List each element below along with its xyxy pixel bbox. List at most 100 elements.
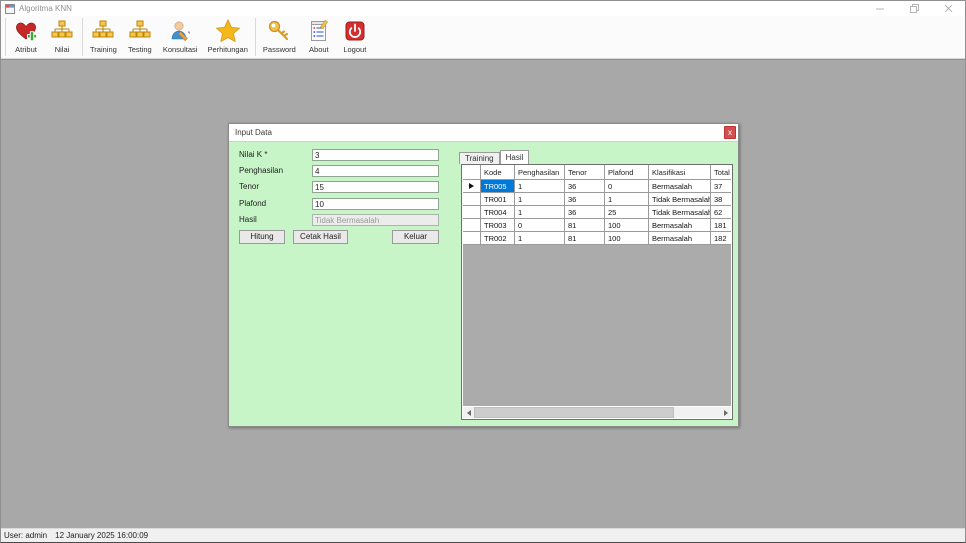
maximize-icon [910, 4, 919, 13]
toolbar-item-password[interactable]: Password [258, 16, 301, 58]
cell-klasifikasi[interactable]: Bermasalah [649, 232, 711, 245]
cell-total[interactable]: 182 [711, 232, 731, 245]
nilai-k-input[interactable] [312, 149, 439, 161]
toolbar-item-perhitungan[interactable]: Perhitungan [202, 16, 252, 58]
toolbar-separator [255, 18, 256, 56]
row-header-current[interactable] [463, 180, 481, 193]
mdi-client-area: Input Data x Nilai K * Penghasilan Tenor… [1, 59, 965, 528]
toolbar-item-konsultasi[interactable]: Konsultasi [158, 16, 203, 58]
cell-penghasilan[interactable]: 0 [515, 219, 565, 232]
toolbar-label: Logout [343, 45, 366, 54]
cell-total[interactable]: 62 [711, 206, 731, 219]
close-icon [944, 4, 953, 13]
toolbar-item-training[interactable]: Training [85, 16, 122, 58]
toolbar-item-atribut[interactable]: Atribut [8, 16, 44, 58]
tab-training[interactable]: Training [459, 152, 500, 164]
column-header-total[interactable]: Total [711, 165, 731, 180]
scrollbar-thumb[interactable] [474, 407, 674, 418]
hitung-button[interactable]: Hitung [239, 230, 285, 244]
cell-klasifikasi[interactable]: Tidak Bermasalah [649, 206, 711, 219]
keluar-button[interactable]: Keluar [392, 230, 439, 244]
row-header[interactable] [463, 193, 481, 206]
cell-plafond[interactable]: 25 [605, 206, 649, 219]
dialog-close-button[interactable]: x [724, 126, 736, 139]
hasil-label: Hasil [239, 214, 257, 226]
table-row: TR001 1 36 1 Tidak Bermasalah 38 [463, 193, 731, 206]
column-header-plafond[interactable]: Plafond [605, 165, 649, 180]
cell-penghasilan[interactable]: 1 [515, 180, 565, 193]
status-datetime: 12 January 2025 16:00:09 [55, 531, 148, 540]
cell-klasifikasi[interactable]: Bermasalah [649, 219, 711, 232]
grid-header-row: Kode Penghasilan Tenor Plafond Klasifika… [463, 165, 731, 180]
cell-tenor[interactable]: 81 [565, 219, 605, 232]
cell-tenor[interactable]: 81 [565, 232, 605, 245]
app-icon [5, 4, 15, 14]
cell-klasifikasi[interactable]: Tidak Bermasalah [649, 193, 711, 206]
cell-klasifikasi[interactable]: Bermasalah [649, 180, 711, 193]
dialog-titlebar[interactable]: Input Data x [229, 124, 738, 142]
window-controls [863, 1, 965, 16]
cell-penghasilan[interactable]: 1 [515, 232, 565, 245]
cetak-hasil-button[interactable]: Cetak Hasil [293, 230, 348, 244]
toolbar-separator [82, 18, 83, 56]
close-button[interactable] [931, 1, 965, 16]
cell-kode[interactable]: TR005 [481, 180, 515, 193]
cell-plafond[interactable]: 1 [605, 193, 649, 206]
cell-plafond[interactable]: 0 [605, 180, 649, 193]
tab-hasil[interactable]: Hasil [500, 150, 530, 164]
data-grid-panel: Kode Penghasilan Tenor Plafond Klasifika… [461, 164, 733, 420]
cell-tenor[interactable]: 36 [565, 180, 605, 193]
star-icon [215, 18, 241, 44]
plafond-label: Plafond [239, 198, 266, 210]
person-pencil-icon [167, 18, 193, 44]
column-header-tenor[interactable]: Tenor [565, 165, 605, 180]
key-icon [266, 18, 292, 44]
minimize-button[interactable] [863, 1, 897, 16]
hasil-output-field [312, 214, 439, 226]
window-title: Algoritma KNN [19, 4, 72, 13]
app-window: Algoritma KNN [0, 0, 966, 543]
row-header[interactable] [463, 219, 481, 232]
dialog-client: Nilai K * Penghasilan Tenor Plafond Hasi… [229, 142, 738, 426]
cell-total[interactable]: 37 [711, 180, 731, 193]
tenor-input[interactable] [312, 181, 439, 193]
cell-kode[interactable]: TR002 [481, 232, 515, 245]
toolbar-label: Training [90, 45, 117, 54]
cell-tenor[interactable]: 36 [565, 193, 605, 206]
cell-penghasilan[interactable]: 1 [515, 206, 565, 219]
cell-total[interactable]: 38 [711, 193, 731, 206]
column-header-penghasilan[interactable]: Penghasilan [515, 165, 565, 180]
cell-kode[interactable]: TR003 [481, 219, 515, 232]
maximize-button[interactable] [897, 1, 931, 16]
toolbar-separator [5, 18, 6, 56]
toolbar-item-logout[interactable]: Logout [337, 16, 373, 58]
plafond-input[interactable] [312, 198, 439, 210]
data-grid: Kode Penghasilan Tenor Plafond Klasifika… [463, 165, 731, 406]
result-tabs: Training Hasil [459, 150, 529, 164]
cell-plafond[interactable]: 100 [605, 232, 649, 245]
titlebar: Algoritma KNN [1, 1, 965, 16]
toolbar-item-testing[interactable]: Testing [122, 16, 158, 58]
toolbar-item-about[interactable]: About [301, 16, 337, 58]
toolbar-item-nilai[interactable]: Nilai [44, 16, 80, 58]
cell-kode[interactable]: TR004 [481, 206, 515, 219]
penghasilan-input[interactable] [312, 165, 439, 177]
cell-tenor[interactable]: 36 [565, 206, 605, 219]
cell-total[interactable]: 181 [711, 219, 731, 232]
toolbar-label: Nilai [55, 45, 70, 54]
statusbar: User: admin 12 January 2025 16:00:09 [1, 528, 965, 542]
horizontal-scrollbar[interactable] [463, 407, 731, 418]
scroll-left-button[interactable] [463, 407, 474, 418]
cell-kode[interactable]: TR001 [481, 193, 515, 206]
scroll-right-button[interactable] [720, 407, 731, 418]
column-header-kode[interactable]: Kode [481, 165, 515, 180]
column-header-klasifikasi[interactable]: Klasifikasi [649, 165, 711, 180]
table-row: TR003 0 81 100 Bermasalah 181 [463, 219, 731, 232]
org-chart-icon [127, 18, 153, 44]
tenor-label: Tenor [239, 181, 259, 193]
row-header[interactable] [463, 232, 481, 245]
cell-plafond[interactable]: 100 [605, 219, 649, 232]
row-header[interactable] [463, 206, 481, 219]
cell-penghasilan[interactable]: 1 [515, 193, 565, 206]
grid-corner-cell[interactable] [463, 165, 481, 180]
